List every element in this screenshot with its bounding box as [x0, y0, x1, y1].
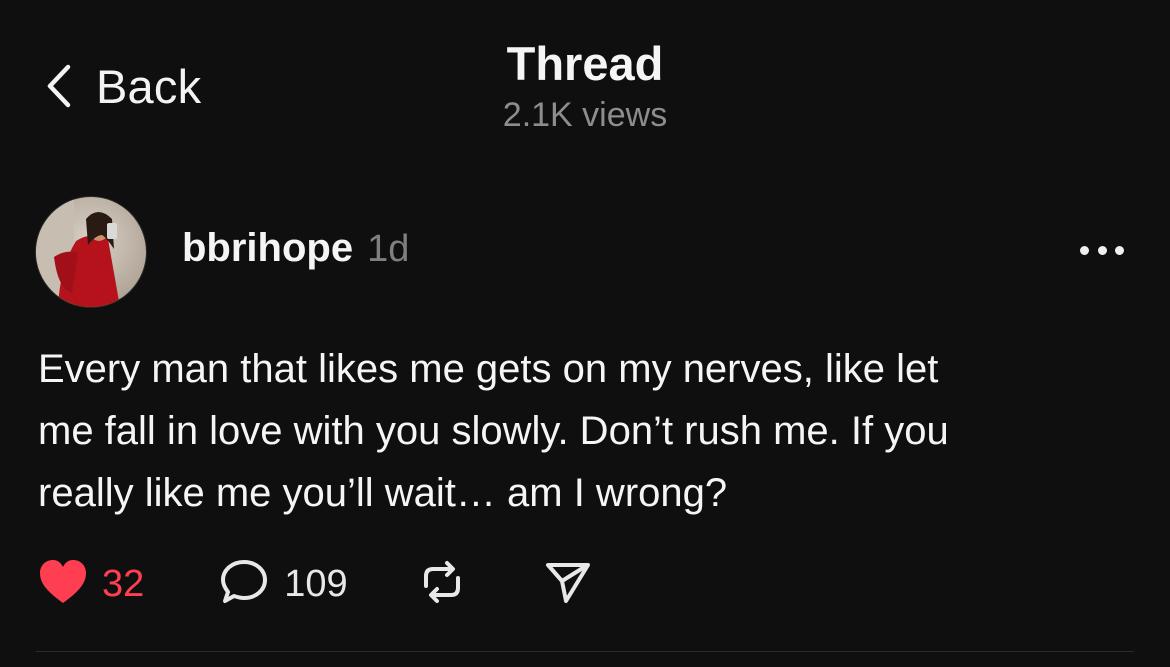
thread-header: Back Thread 2.1K views: [0, 0, 1170, 160]
repost-button[interactable]: [416, 558, 468, 611]
repost-icon: [416, 558, 468, 611]
send-icon: [544, 559, 592, 610]
speech-bubble-icon: [220, 558, 270, 611]
post-actions: 32 109: [38, 552, 592, 616]
page-title: Thread: [506, 37, 664, 90]
reply-button[interactable]: 109: [220, 558, 348, 611]
post-author-row: bbrihope 1d: [182, 226, 409, 271]
avatar[interactable]: [36, 197, 146, 307]
post-timestamp: 1d: [367, 228, 410, 270]
title-block: Thread 2.1K views: [0, 34, 1170, 136]
like-count: 32: [102, 562, 145, 605]
share-button[interactable]: [544, 559, 592, 610]
divider: [36, 651, 1134, 652]
more-options-button[interactable]: [1080, 238, 1124, 262]
heart-icon: [38, 559, 88, 610]
like-button[interactable]: 32: [38, 559, 144, 610]
view-count: 2.1K views: [502, 96, 668, 134]
username[interactable]: bbrihope: [182, 226, 353, 271]
post-text: Every man that likes me gets on my nerve…: [38, 347, 949, 515]
avatar-image: [36, 197, 146, 307]
reply-count: 109: [284, 562, 348, 605]
